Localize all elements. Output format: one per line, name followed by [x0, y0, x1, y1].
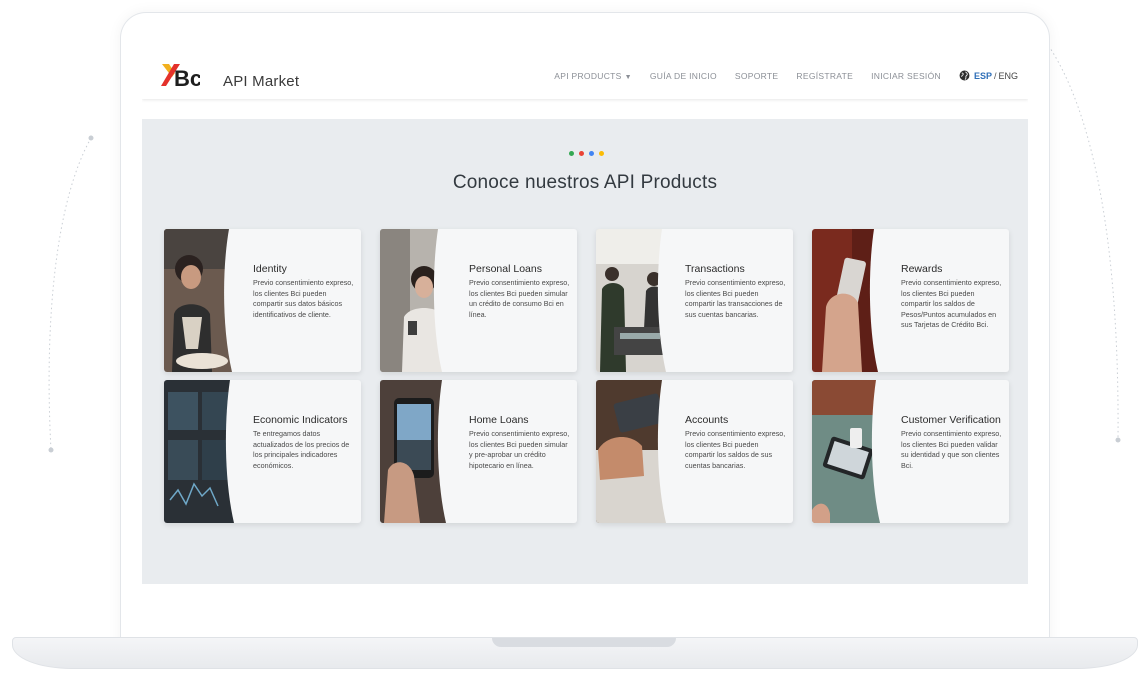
- identity-title: Identity: [253, 263, 287, 275]
- customer-verification-title: Customer Verification: [901, 414, 1001, 426]
- api-products-section: Conoce nuestros API Products Identity Pr…: [142, 119, 1028, 584]
- browser-screen: Bci API Market API PRODUCTS▼ GUÍA DE INI…: [142, 52, 1028, 614]
- nav-api-products[interactable]: API PRODUCTS ▼: [554, 71, 632, 81]
- economic-indicators-desc: Te entregamos datos actualizados de los …: [253, 429, 350, 470]
- dot-green: [569, 151, 574, 156]
- product-card-economic-indicators[interactable]: Economic Indicators Te entregamos datos …: [164, 380, 361, 523]
- home-loans-desc: Previo consentimiento expreso, los clien…: [469, 429, 570, 470]
- product-card-personal-loans[interactable]: Personal Loans Previo consentimiento exp…: [380, 229, 577, 372]
- nav-guia-de-inicio[interactable]: GUÍA DE INICIO: [650, 71, 717, 81]
- transactions-title: Transactions: [685, 263, 745, 275]
- accounts-title: Accounts: [685, 414, 729, 426]
- product-card-rewards[interactable]: Rewards Previo consentimiento expreso, l…: [812, 229, 1009, 372]
- customer-verification-image: [812, 380, 887, 523]
- personal-loans-title: Personal Loans: [469, 263, 542, 275]
- language-switcher: ESP / ENG: [959, 70, 1018, 81]
- rewards-image: [812, 229, 887, 372]
- transactions-body: Transactions Previo consentimiento expre…: [685, 263, 789, 320]
- bci-logo[interactable]: Bci: [160, 60, 200, 92]
- personal-loans-body: Personal Loans Previo consentimiento exp…: [469, 263, 573, 320]
- dot-blue: [589, 151, 594, 156]
- dot-red: [579, 151, 584, 156]
- nav-iniciar-sesion[interactable]: INICIAR SESIÓN: [871, 71, 941, 81]
- rewards-title: Rewards: [901, 263, 943, 275]
- customer-verification-desc: Previo consentimiento expreso, los clien…: [901, 429, 1002, 470]
- accounts-image: [596, 380, 671, 523]
- lang-eng[interactable]: ENG: [998, 71, 1018, 81]
- transactions-image: [596, 229, 671, 372]
- decorative-arc-left: [48, 135, 94, 453]
- home-loans-image: [380, 380, 455, 523]
- economic-indicators-body: Economic Indicators Te entregamos datos …: [253, 414, 357, 471]
- bci-logo-icon: Bci: [161, 64, 200, 91]
- laptop-notch: [492, 638, 676, 647]
- transactions-desc: Previo consentimiento expreso, los clien…: [685, 278, 786, 319]
- caret-down-icon: ▼: [624, 73, 632, 81]
- product-card-transactions[interactable]: Transactions Previo consentimiento expre…: [596, 229, 793, 372]
- section-title: Conoce nuestros API Products: [452, 172, 718, 193]
- product-card-home-loans[interactable]: Home Loans Previo consentimiento expreso…: [380, 380, 577, 523]
- nav-api-products-label: API PRODUCTS: [554, 70, 622, 81]
- personal-loans-image: [380, 229, 455, 372]
- identity-desc: Previo consentimiento expreso, los clien…: [253, 278, 354, 319]
- rewards-desc: Previo consentimiento expreso, los clien…: [901, 278, 1002, 329]
- rewards-body: Rewards Previo consentimiento expreso, l…: [901, 263, 1005, 331]
- footer-strip: [142, 584, 1028, 614]
- nav-soporte[interactable]: SOPORTE: [735, 71, 779, 81]
- globe-icon: [959, 70, 970, 81]
- lang-esp[interactable]: ESP: [974, 71, 992, 81]
- personal-loans-desc: Previo consentimiento expreso, los clien…: [469, 278, 570, 319]
- brand-text: API Market: [223, 73, 300, 90]
- lang-separator: /: [993, 70, 997, 81]
- customer-verification-body: Customer Verification Previo consentimie…: [901, 414, 1005, 471]
- accounts-body: Accounts Previo consentimiento expreso, …: [685, 414, 789, 471]
- decorative-arc-right: [1040, 33, 1121, 443]
- navbar: Bci API Market API PRODUCTS▼ GUÍA DE INI…: [142, 52, 1028, 99]
- identity-image: [164, 229, 239, 372]
- economic-indicators-image: [164, 380, 239, 523]
- home-loans-title: Home Loans: [469, 414, 529, 426]
- product-card-identity[interactable]: Identity Previo consentimiento expreso, …: [164, 229, 361, 372]
- identity-body: Identity Previo consentimiento expreso, …: [253, 263, 357, 320]
- accounts-desc: Previo consentimiento expreso, los clien…: [685, 429, 786, 470]
- section-dots: [569, 151, 604, 156]
- dot-yellow: [599, 151, 604, 156]
- economic-indicators-title: Economic Indicators: [253, 414, 348, 426]
- svg-text:Bci: Bci: [174, 66, 200, 91]
- nav-registrate[interactable]: REGÍSTRATE: [796, 71, 853, 81]
- product-card-accounts[interactable]: Accounts Previo consentimiento expreso, …: [596, 380, 793, 523]
- home-loans-body: Home Loans Previo consentimiento expreso…: [469, 414, 573, 471]
- product-card-customer-verification[interactable]: Customer Verification Previo consentimie…: [812, 380, 1009, 523]
- nav-links: API PRODUCTS ▼ GUÍA DE INICIO SOPORTE REG…: [554, 52, 1018, 99]
